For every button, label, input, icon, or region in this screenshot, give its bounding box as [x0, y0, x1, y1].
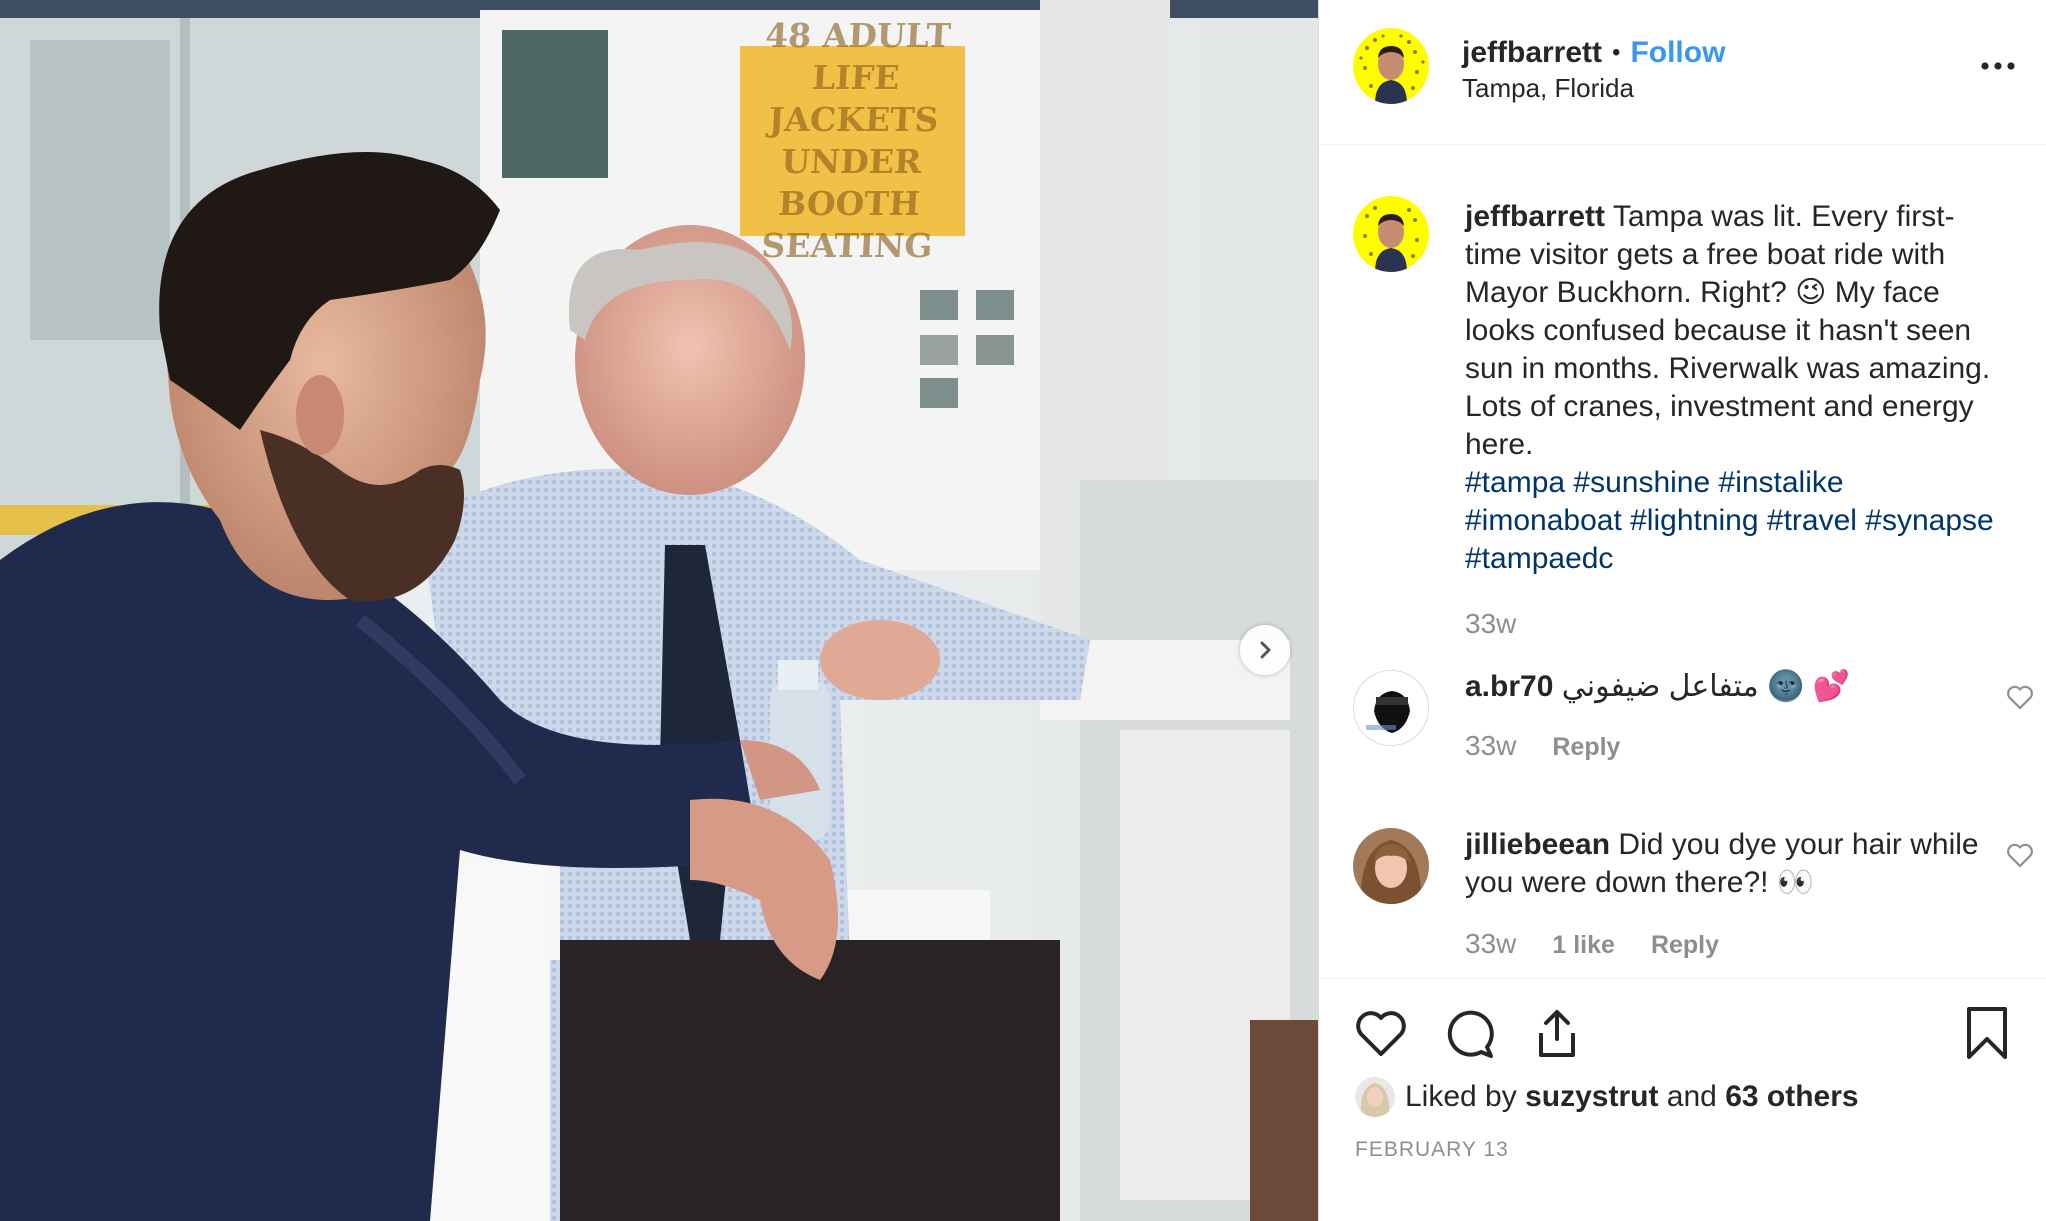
separator-dot: •	[1612, 39, 1621, 66]
comment-likes-count[interactable]: 1 like	[1552, 931, 1615, 960]
author-avatar[interactable]	[1353, 28, 1429, 104]
follow-button[interactable]: Follow	[1630, 35, 1725, 71]
comment-meta: 33w Reply	[1465, 730, 1620, 762]
caption-time[interactable]: 33w	[1465, 608, 1516, 640]
author-row: jeffbarrett • Follow	[1462, 35, 1725, 71]
commenter-avatar[interactable]	[1353, 670, 1429, 746]
caption-text: Tampa was lit. Every first-time visitor …	[1465, 200, 1991, 461]
comment-text-block: a.br70 متفاعل ضيفوني 🌚 💕	[1465, 668, 2005, 706]
likes-conjunction: and	[1666, 1080, 1717, 1113]
comment-username[interactable]: jilliebeean	[1465, 828, 1610, 861]
caption-text-block: jeffbarrett Tampa was lit. Every first-t…	[1465, 198, 2005, 578]
caption-meta: 33w	[1465, 608, 1516, 640]
comment-username[interactable]: a.br70	[1465, 670, 1553, 703]
more-options-icon	[1981, 62, 2015, 70]
comment-reply-button[interactable]: Reply	[1552, 733, 1620, 762]
author-username[interactable]: jeffbarrett	[1462, 35, 1602, 71]
more-options-button[interactable]	[1975, 44, 2021, 88]
comment-like-icon[interactable]	[2006, 684, 2034, 710]
likes-summary: Liked by suzystrut and 63 others	[1355, 1076, 1859, 1118]
comment-text: متفاعل ضيفوني 🌚 💕	[1561, 670, 1851, 703]
caption-author-avatar[interactable]	[1353, 196, 1429, 272]
post-date[interactable]: FEBRUARY 13	[1355, 1138, 1509, 1162]
comments-list: jeffbarrett Tampa was lit. Every first-t…	[1319, 146, 2046, 978]
post-photo[interactable]: 48 ADULT LIFE JACKETS UNDER BOOTH SEATIN…	[0, 0, 1318, 1221]
liker-username[interactable]: suzystrut	[1525, 1080, 1658, 1114]
likes-others-link[interactable]: 63 others	[1725, 1080, 1858, 1114]
comment-icon[interactable]	[1441, 1005, 1497, 1061]
post-header: jeffbarrett • Follow Tampa, Florida	[1319, 0, 2046, 145]
comment-meta: 33w 1 like Reply	[1465, 928, 1719, 960]
caption-hashtags[interactable]: #tampa #sunshine #instalike #imonaboat #…	[1465, 464, 2005, 578]
share-icon[interactable]	[1529, 1005, 1585, 1061]
location-link[interactable]: Tampa, Florida	[1462, 72, 1634, 104]
chevron-right-icon	[1260, 641, 1271, 659]
photo-scene	[0, 0, 1318, 1221]
post-details-panel: jeffbarrett • Follow Tampa, Florida jeff…	[1318, 0, 2046, 1221]
comment-time[interactable]: 33w	[1465, 730, 1516, 762]
liker-avatar[interactable]	[1355, 1077, 1395, 1117]
commenter-avatar[interactable]	[1353, 828, 1429, 904]
comment-time[interactable]: 33w	[1465, 928, 1516, 960]
heart-icon[interactable]	[1353, 1005, 1409, 1061]
life-jacket-sign: 48 ADULT LIFE JACKETS UNDER BOOTH SEATIN…	[760, 16, 951, 265]
comment-like-icon[interactable]	[2006, 842, 2034, 868]
bookmark-icon[interactable]	[1959, 1005, 2015, 1061]
comment-reply-button[interactable]: Reply	[1651, 931, 1719, 960]
next-photo-button[interactable]	[1240, 625, 1290, 675]
likes-prefix: Liked by	[1405, 1080, 1517, 1113]
comment-text-block: jilliebeean Did you dye your hair while …	[1465, 826, 2005, 902]
caption-username[interactable]: jeffbarrett	[1465, 200, 1605, 233]
